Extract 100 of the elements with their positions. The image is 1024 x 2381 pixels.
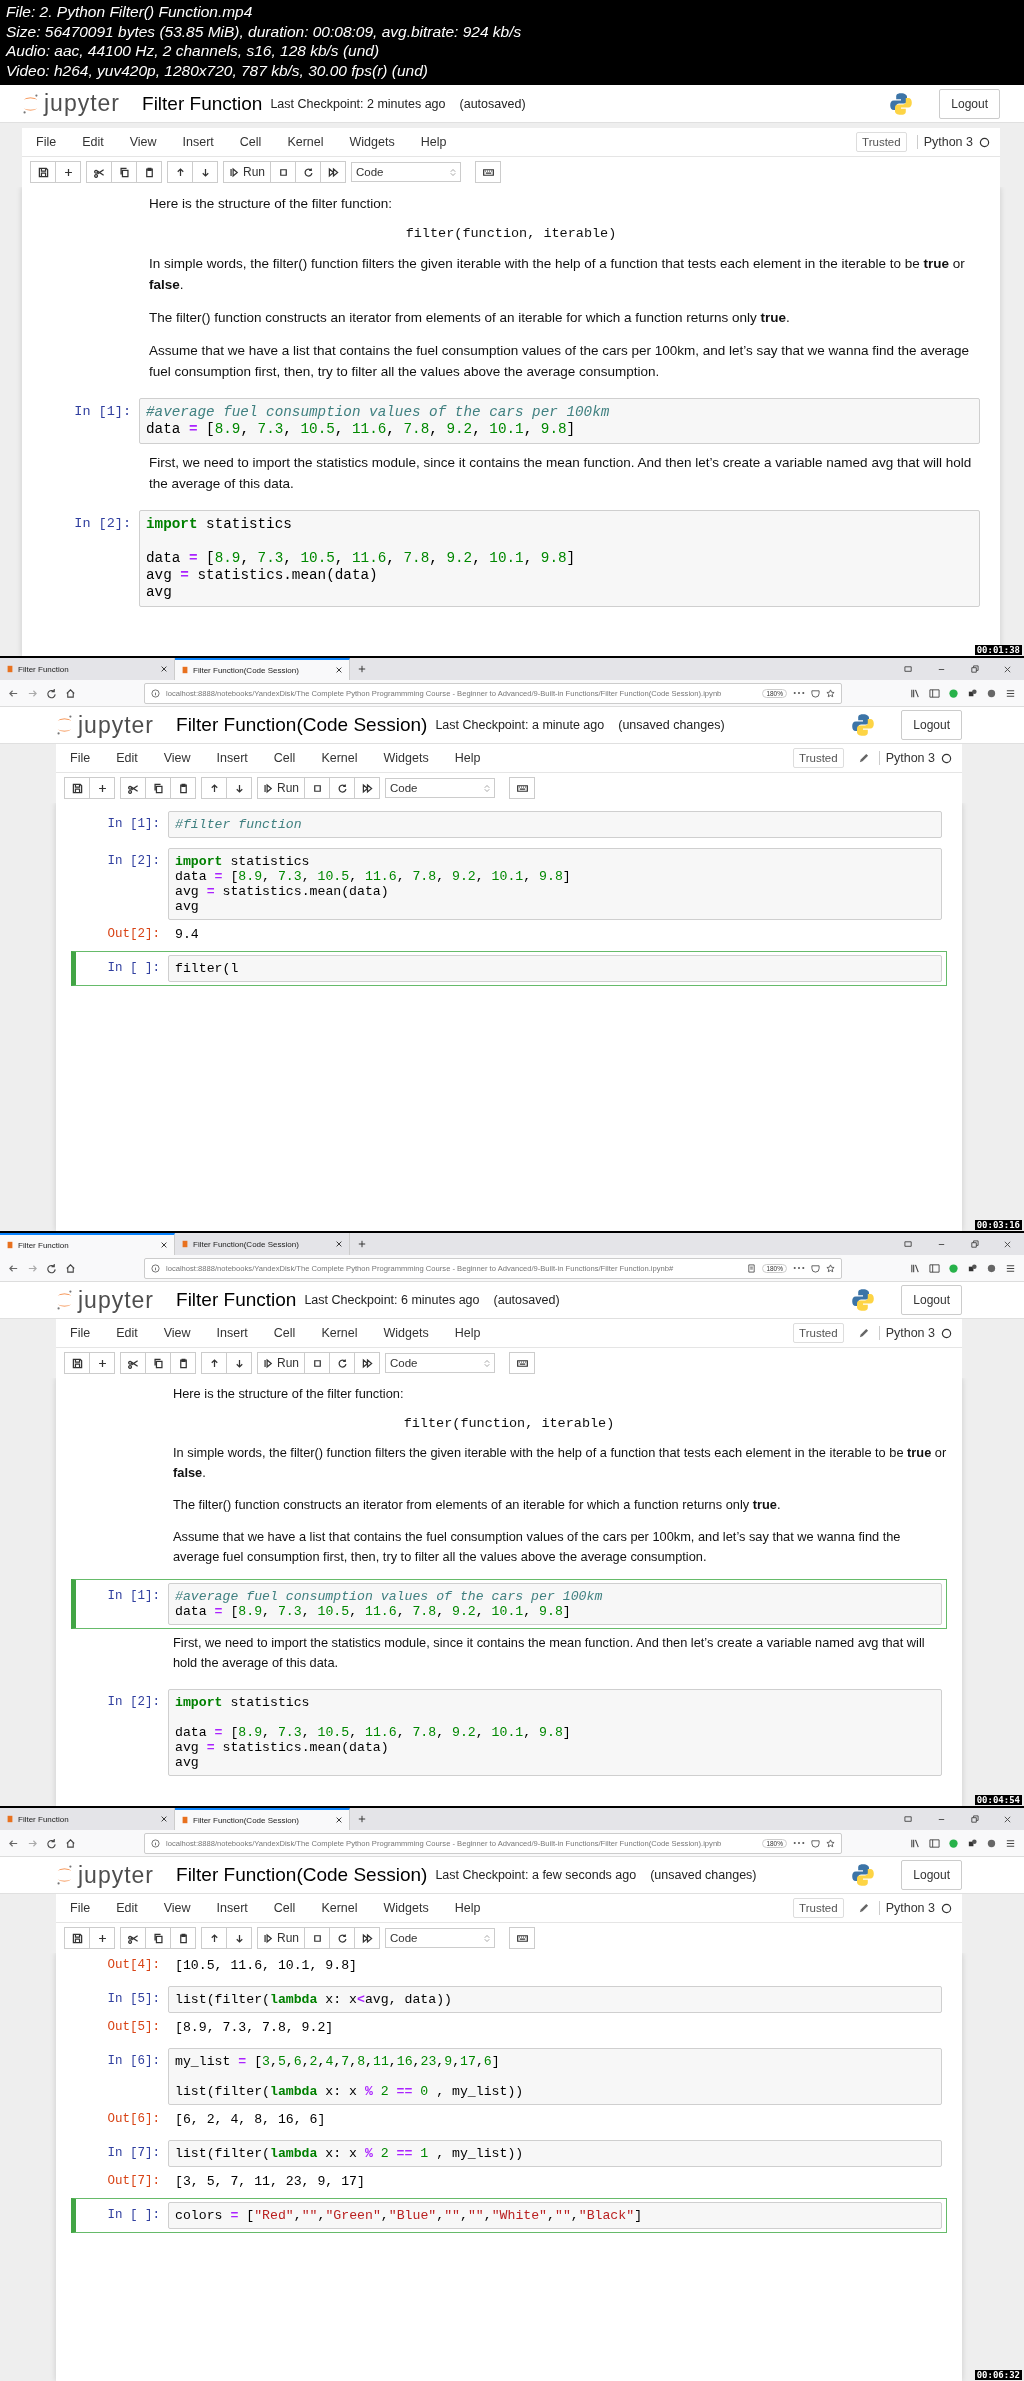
menu-item[interactable]: Cell [269, 1326, 310, 1340]
menu-item[interactable]: Cell [235, 135, 276, 149]
restore-icon[interactable] [970, 1239, 979, 1249]
code-cell[interactable]: In [1]: #filter function [71, 807, 947, 842]
move-up-button[interactable] [201, 1927, 227, 1949]
home-icon[interactable] [65, 687, 76, 699]
keyboard-button[interactable] [509, 777, 535, 799]
cut-button[interactable] [86, 161, 112, 183]
menu-item[interactable]: Widgets [379, 1326, 443, 1340]
code-input[interactable]: colors = ["Red","","Green","Blue","","","White","","Black"] [168, 2202, 942, 2229]
code-cell[interactable]: In [2]: import statistics data = [8.9, 7.3, 10.5, 11.6, 7.8, 9.2, 10.1, 9.8] avg = statistics.mean(data) avg [71, 844, 947, 924]
code-cell[interactable]: In [2]: import statistics data = [8.9, 7.3, 10.5, 11.6, 7.8, 9.2, 10.1, 9.8] avg = statistics.mean(data) avg [37, 506, 985, 611]
extension-icon[interactable] [986, 687, 997, 699]
copy-button[interactable] [145, 777, 171, 799]
paste-button[interactable] [136, 161, 162, 183]
menu-item[interactable]: Help [450, 751, 495, 765]
menu-icon[interactable] [1005, 1262, 1016, 1274]
paste-button[interactable] [170, 777, 196, 799]
info-icon[interactable] [151, 1838, 160, 1848]
close-icon[interactable] [160, 665, 168, 673]
menu-item[interactable]: Widgets [379, 1901, 443, 1915]
menu-item[interactable]: File [66, 1901, 105, 1915]
menu-item[interactable]: View [159, 751, 205, 765]
close-icon[interactable] [160, 1241, 168, 1249]
add-cell-button[interactable] [89, 1927, 115, 1949]
menu-item[interactable]: File [66, 751, 105, 765]
code-input[interactable]: import statistics data = [8.9, 7.3, 10.5, 11.6, 7.8, 9.2, 10.1, 9.8] avg = statistics.mean(data) avg [168, 1689, 942, 1776]
run-all-button[interactable] [354, 1352, 380, 1374]
interrupt-button[interactable] [304, 1927, 330, 1949]
save-button[interactable] [64, 777, 90, 799]
move-down-button[interactable] [226, 777, 252, 799]
code-cell[interactable]: In [6]: my_list = [3,5,6,2,4,7,8,11,16,23,9,17,6] list(filter(lambda x: x % 2 == 0 , my_list)) [71, 2044, 947, 2109]
pocket-icon[interactable] [811, 1838, 820, 1848]
menu-item[interactable]: Cell [269, 751, 310, 765]
star-icon[interactable] [826, 1838, 835, 1848]
kernel-name[interactable]: Python 3 [878, 1326, 935, 1340]
code-input[interactable]: list(filter(lambda x: x<avg, data)) [168, 1986, 942, 2013]
sidebar-icon[interactable] [929, 1262, 940, 1274]
home-icon[interactable] [65, 1837, 76, 1849]
kernel-name[interactable]: Python 3 [878, 1901, 935, 1915]
cut-button[interactable] [120, 1352, 146, 1374]
close-icon[interactable] [335, 1240, 343, 1248]
restart-button[interactable] [329, 1352, 355, 1374]
sidebar-icon[interactable] [929, 1837, 940, 1849]
menu-item[interactable]: Kernel [317, 751, 372, 765]
cut-button[interactable] [120, 1927, 146, 1949]
notebook-title[interactable]: Filter Function [176, 1289, 297, 1311]
restart-button[interactable] [295, 161, 321, 183]
star-icon[interactable] [826, 1263, 835, 1273]
copy-button[interactable] [145, 1352, 171, 1374]
code-cell[interactable]: In [2]: import statistics data = [8.9, 7.3, 10.5, 11.6, 7.8, 9.2, 10.1, 9.8] avg = statistics.mean(data) avg [71, 1685, 947, 1780]
extension-icon[interactable] [967, 687, 978, 699]
trusted-badge[interactable]: Trusted [793, 748, 844, 768]
menu-item[interactable]: Help [450, 1326, 495, 1340]
menu-icon[interactable] [1005, 687, 1016, 699]
logout-button[interactable]: Logout [901, 710, 962, 740]
code-cell[interactable]: In [5]: list(filter(lambda x: x<avg, data)) [71, 1982, 947, 2017]
add-cell-button[interactable] [89, 777, 115, 799]
menu-item[interactable]: Insert [212, 1326, 262, 1340]
menu-item[interactable]: Insert [212, 1901, 262, 1915]
add-cell-button[interactable] [89, 1352, 115, 1374]
browser-tab[interactable]: Filter Function(Code Session) [175, 1808, 350, 1830]
menu-item[interactable]: File [66, 1326, 105, 1340]
paste-button[interactable] [170, 1927, 196, 1949]
more-icon[interactable] [793, 1840, 805, 1846]
code-cell[interactable]: In [7]: list(filter(lambda x: x % 2 == 1 , my_list)) [71, 2136, 947, 2171]
home-icon[interactable] [65, 1262, 76, 1274]
menu-item[interactable]: Kernel [283, 135, 338, 149]
menu-item[interactable]: View [159, 1901, 205, 1915]
logout-button[interactable]: Logout [901, 1285, 962, 1315]
close-icon[interactable] [160, 1815, 168, 1823]
code-input[interactable]: import statistics data = [8.9, 7.3, 10.5, 11.6, 7.8, 9.2, 10.1, 9.8] avg = statistics.mean(data) avg [139, 510, 980, 607]
menu-item[interactable]: Widgets [379, 751, 443, 765]
save-button[interactable] [64, 1352, 90, 1374]
run-all-button[interactable] [320, 161, 346, 183]
logout-button[interactable]: Logout [901, 1860, 962, 1890]
copy-button[interactable] [111, 161, 137, 183]
more-icon[interactable] [793, 690, 805, 696]
add-cell-button[interactable] [55, 161, 81, 183]
new-tab-icon[interactable] [358, 1815, 366, 1823]
extension-icon[interactable] [986, 1837, 997, 1849]
menu-item[interactable]: Help [416, 135, 461, 149]
restart-button[interactable] [329, 1927, 355, 1949]
new-tab-icon[interactable] [358, 665, 366, 673]
logout-button[interactable]: Logout [939, 88, 1000, 119]
move-up-button[interactable] [201, 1352, 227, 1374]
interrupt-button[interactable] [304, 777, 330, 799]
close-icon[interactable] [1003, 664, 1012, 674]
menu-item[interactable]: View [159, 1326, 205, 1340]
code-input[interactable]: my_list = [3,5,6,2,4,7,8,11,16,23,9,17,6] list(filter(lambda x: x % 2 == 0 , my_list)) [168, 2048, 942, 2105]
close-icon[interactable] [335, 1816, 343, 1824]
extension-icon[interactable] [986, 1262, 997, 1274]
run-button[interactable]: Run [257, 777, 305, 799]
menu-item[interactable]: Edit [112, 751, 152, 765]
new-tab-icon[interactable] [358, 1240, 366, 1248]
pocket-icon[interactable] [811, 1263, 820, 1273]
menu-item[interactable]: Cell [269, 1901, 310, 1915]
move-up-button[interactable] [167, 161, 193, 183]
run-button[interactable]: Run [223, 161, 271, 183]
menu-item[interactable]: Edit [112, 1901, 152, 1915]
